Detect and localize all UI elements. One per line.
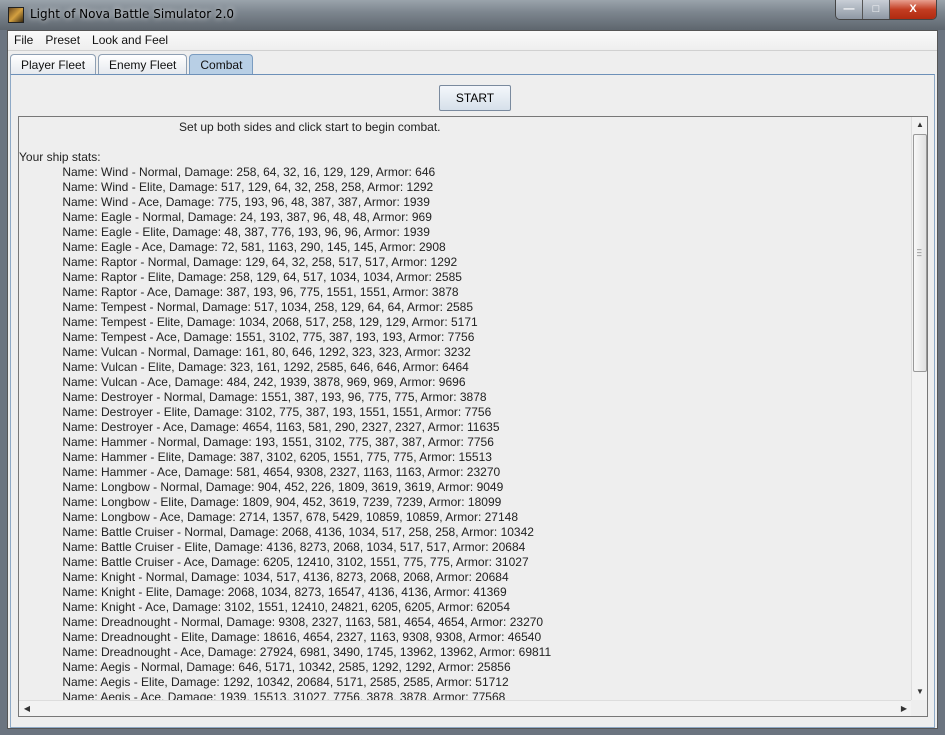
ship-stat-line: Name: Vulcan - Elite, Damage: 323, 161, … xyxy=(19,360,469,374)
ship-stat-line: Name: Vulcan - Normal, Damage: 161, 80, … xyxy=(19,345,471,359)
ship-stat-line: Name: Raptor - Normal, Damage: 129, 64, … xyxy=(19,255,458,269)
ship-stat-line: Name: Knight - Normal, Damage: 1034, 517… xyxy=(19,570,509,584)
ship-stat-line: Name: Wind - Normal, Damage: 258, 64, 32… xyxy=(19,165,436,179)
ship-stat-line: Name: Hammer - Ace, Damage: 581, 4654, 9… xyxy=(19,465,501,479)
tab-player-fleet[interactable]: Player Fleet xyxy=(10,54,97,74)
ship-stat-line: Name: Aegis - Ace, Damage: 1939, 15513, … xyxy=(19,690,506,700)
vertical-scrollbar[interactable]: ▲ – – – ▼ xyxy=(911,117,927,700)
ship-stat-line: Name: Wind - Ace, Damage: 775, 193, 96, … xyxy=(19,195,430,209)
ship-stat-line: Name: Aegis - Elite, Damage: 1292, 10342… xyxy=(19,675,509,689)
app-icon xyxy=(8,7,24,23)
tab-bar: Player Fleet Enemy Fleet Combat xyxy=(10,54,255,74)
ship-stat-line: Name: Dreadnought - Normal, Damage: 9308… xyxy=(19,615,544,629)
menu-preset[interactable]: Preset xyxy=(39,31,86,50)
menu-bar: File Preset Look and Feel xyxy=(8,31,937,51)
title-bar: Light of Nova Battle Simulator 2.0 — □ X xyxy=(0,0,945,30)
tab-combat[interactable]: Combat xyxy=(189,54,254,74)
ship-stat-line: Name: Eagle - Ace, Damage: 72, 581, 1163… xyxy=(19,240,446,254)
main-window: File Preset Look and Feel Player Fleet E… xyxy=(7,30,938,729)
ship-stat-line: Name: Battle Cruiser - Ace, Damage: 6205… xyxy=(19,555,529,569)
window-controls: — □ X xyxy=(835,0,937,20)
ship-stat-line: Name: Raptor - Elite, Damage: 258, 129, … xyxy=(19,270,462,284)
ship-stat-line: Name: Dreadnought - Ace, Damage: 27924, … xyxy=(19,645,552,659)
ship-stat-line: Name: Knight - Ace, Damage: 3102, 1551, … xyxy=(19,600,510,614)
window-title: Light of Nova Battle Simulator 2.0 xyxy=(30,7,235,21)
ship-stat-line: Name: Destroyer - Ace, Damage: 4654, 116… xyxy=(19,420,500,434)
ship-stat-line: Name: Eagle - Normal, Damage: 24, 193, 3… xyxy=(19,210,432,224)
ship-stat-line: Name: Hammer - Elite, Damage: 387, 3102,… xyxy=(19,450,492,464)
ship-stat-line: Name: Hammer - Normal, Damage: 193, 1551… xyxy=(19,435,494,449)
ship-stat-line: Name: Tempest - Ace, Damage: 1551, 3102,… xyxy=(19,330,475,344)
scroll-up-arrow-icon[interactable]: ▲ xyxy=(912,117,928,133)
minimize-button[interactable]: — xyxy=(836,0,863,19)
ship-stat-line: Name: Eagle - Elite, Damage: 48, 387, 77… xyxy=(19,225,430,239)
ship-stat-line: Name: Tempest - Normal, Damage: 517, 103… xyxy=(19,300,474,314)
ship-stat-line: Name: Raptor - Ace, Damage: 387, 193, 96… xyxy=(19,285,459,299)
ship-stat-line: Name: Aegis - Normal, Damage: 646, 5171,… xyxy=(19,660,511,674)
ship-stat-line: Name: Tempest - Elite, Damage: 1034, 206… xyxy=(19,315,478,329)
combat-panel: START Set up both sides and click start … xyxy=(10,74,935,728)
ship-stat-line: Name: Battle Cruiser - Normal, Damage: 2… xyxy=(19,525,534,539)
section-heading: Your ship stats: xyxy=(19,150,101,164)
ship-stat-line: Name: Vulcan - Ace, Damage: 484, 242, 19… xyxy=(19,375,466,389)
start-button[interactable]: START xyxy=(439,85,511,111)
combat-output-text[interactable]: Set up both sides and click start to beg… xyxy=(19,117,912,700)
ship-stat-line: Name: Longbow - Ace, Damage: 2714, 1357,… xyxy=(19,510,518,524)
menu-look-and-feel[interactable]: Look and Feel xyxy=(86,31,174,50)
horizontal-scrollbar[interactable]: ◀ ▶ xyxy=(19,700,912,716)
ship-stat-line: Name: Knight - Elite, Damage: 2068, 1034… xyxy=(19,585,507,599)
scroll-down-arrow-icon[interactable]: ▼ xyxy=(912,684,928,700)
scroll-corner xyxy=(911,700,927,716)
ship-stat-line: Name: Wind - Elite, Damage: 517, 129, 64… xyxy=(19,180,434,194)
tab-enemy-fleet[interactable]: Enemy Fleet xyxy=(98,54,188,74)
ship-stat-line: Name: Dreadnought - Elite, Damage: 18616… xyxy=(19,630,542,644)
grip-icon: – – – xyxy=(917,245,922,260)
close-button[interactable]: X xyxy=(890,0,936,19)
ship-stat-line: Name: Destroyer - Elite, Damage: 3102, 7… xyxy=(19,405,492,419)
status-message: Set up both sides and click start to beg… xyxy=(19,120,441,134)
ship-stat-line: Name: Longbow - Normal, Damage: 904, 452… xyxy=(19,480,504,494)
ship-stat-line: Name: Battle Cruiser - Elite, Damage: 41… xyxy=(19,540,526,554)
vertical-scroll-thumb[interactable]: – – – xyxy=(913,134,927,372)
menu-file[interactable]: File xyxy=(8,31,39,50)
combat-output-pane: Set up both sides and click start to beg… xyxy=(18,116,928,717)
ship-stat-line: Name: Longbow - Elite, Damage: 1809, 904… xyxy=(19,495,502,509)
scroll-left-arrow-icon[interactable]: ◀ xyxy=(19,701,35,717)
maximize-button[interactable]: □ xyxy=(863,0,890,19)
scroll-right-arrow-icon[interactable]: ▶ xyxy=(896,701,912,717)
ship-stat-line: Name: Destroyer - Normal, Damage: 1551, … xyxy=(19,390,487,404)
